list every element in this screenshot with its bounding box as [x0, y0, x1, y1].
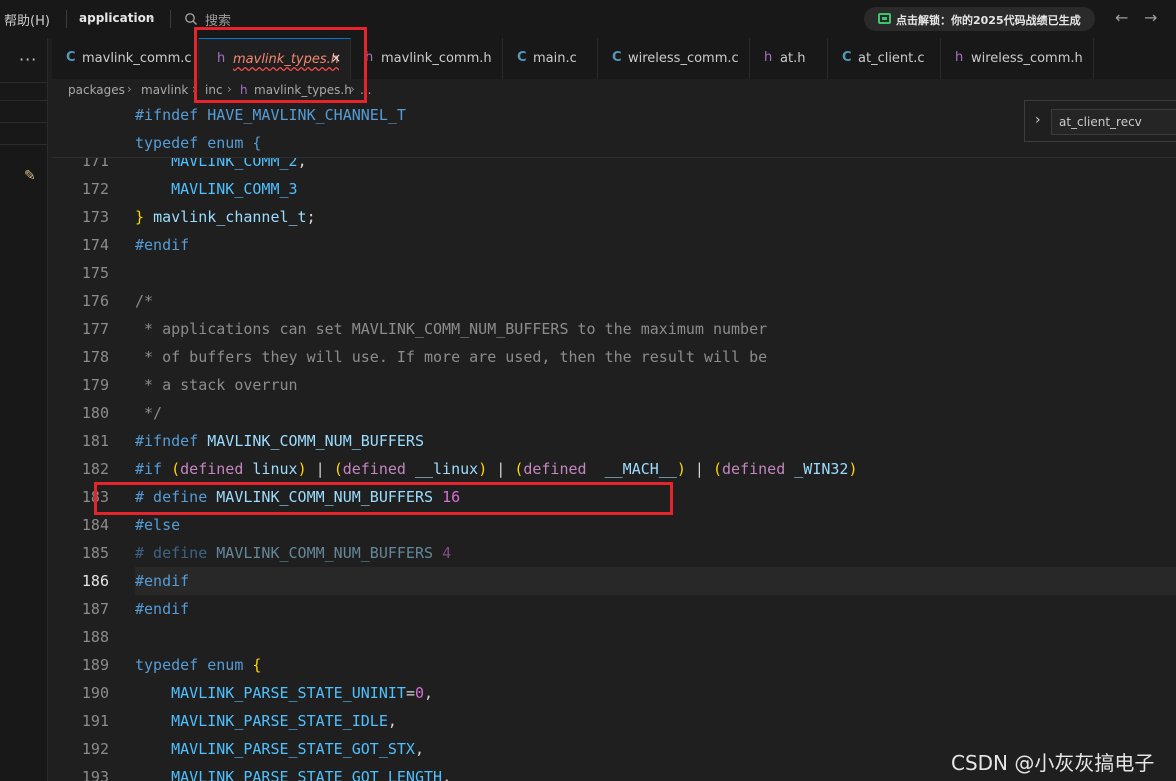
chevron-down-icon[interactable]: ⌄ [147, 10, 156, 23]
chevron-right-icon: › [1077, 10, 1082, 24]
tab-label: at.h [780, 51, 806, 66]
code-line: } mavlink_channel_t; [135, 208, 316, 226]
current-line-highlight [135, 567, 1176, 595]
tab-wireless-comm-c[interactable]: C wireless_comm.c [598, 38, 750, 79]
breadcrumb-item[interactable]: packages [68, 83, 125, 97]
code-line: * of buffers they will use. If more are … [135, 348, 768, 366]
code-line-current: #endif [135, 572, 190, 590]
c-file-icon: C [612, 50, 622, 65]
header-file-icon: h [955, 50, 964, 65]
arrow-right-icon[interactable]: → [1144, 8, 1157, 27]
line-number: 173 [81, 208, 109, 226]
line-number: 180 [81, 404, 109, 422]
header-file-icon: h [764, 50, 773, 65]
code-line: MAVLINK_COMM_3 [171, 180, 298, 198]
code-line: * applications can set MAVLINK_COMM_NUM_… [135, 320, 768, 338]
line-number: 182 [81, 460, 109, 478]
chevron-right-icon: › [127, 82, 132, 96]
line-number: 187 [81, 600, 109, 618]
tab-label: at_client.c [858, 51, 925, 66]
tab-label: mavlink_comm.h [381, 51, 492, 66]
tab-label: wireless_comm.c [628, 51, 739, 66]
line-number: 176 [81, 292, 109, 310]
sticky-line: #ifndef HAVE_MAVLINK_CHANNEL_T [135, 106, 406, 124]
search-icon[interactable] [184, 12, 198, 26]
watermark: CSDN @小灰灰搞电子 [951, 751, 1155, 775]
code-line: /* [135, 292, 154, 310]
line-number: 175 [81, 264, 109, 282]
annotation-box-define [94, 482, 673, 515]
code-line: */ [135, 404, 163, 422]
sticky-scroll-header[interactable]: #ifndef HAVE_MAVLINK_CHANNEL_T typedef e… [52, 103, 1176, 158]
title-bar: 帮助(H) application ⌄ 搜索 点击解锁：你的2025代码战绩已生… [0, 0, 1176, 38]
line-number-current: 186 [81, 572, 109, 590]
code-line: * a stack overrun [135, 376, 298, 394]
divider [66, 10, 67, 28]
line-number: 177 [81, 320, 109, 338]
code-line: # define MAVLINK_COMM_NUM_BUFFERS 4 [135, 544, 452, 562]
tab-mavlink-comm-c[interactable]: C mavlink_comm.c [52, 38, 199, 79]
annotation-box-tab [194, 27, 367, 103]
code-line: typedef enum { [135, 656, 262, 674]
workspace-name[interactable]: application [79, 11, 154, 25]
unlock-banner-button[interactable]: 点击解锁：你的2025代码战绩已生成 › [864, 7, 1095, 31]
line-number: 181 [81, 432, 109, 450]
divider [170, 10, 171, 28]
code-line: #else [135, 516, 181, 534]
more-actions-icon[interactable]: ··· [19, 50, 37, 69]
line-number: 185 [81, 544, 109, 562]
unlock-icon [878, 13, 891, 24]
wrench-icon[interactable]: ✎ [24, 168, 36, 184]
line-number: 190 [81, 684, 109, 702]
tab-label: wireless_comm.h [971, 51, 1083, 66]
code-line: MAVLINK_PARSE_STATE_IDLE, [171, 712, 397, 730]
c-file-icon: C [66, 50, 76, 65]
divider [0, 144, 48, 145]
code-line: MAVLINK_PARSE_STATE_UNINIT=0, [171, 684, 434, 702]
outline-label: at_client_recv [1059, 115, 1142, 129]
unlock-banner-text: 点击解锁：你的2025代码战绩已生成 [896, 14, 1081, 27]
divider [0, 100, 48, 101]
chevron-right-icon[interactable]: › [1035, 112, 1041, 128]
code-line: #endif [135, 236, 190, 254]
line-number: 178 [81, 348, 109, 366]
tab-mavlink-comm-h[interactable]: h mavlink_comm.h [351, 38, 503, 79]
code-line: #endif [135, 600, 190, 618]
code-line: #if (defined linux) | (defined __linux) … [135, 460, 858, 478]
divider [0, 122, 48, 123]
breadcrumb-item[interactable]: mavlink [141, 83, 188, 97]
line-number: 179 [81, 376, 109, 394]
tab-main-c[interactable]: C main.c [503, 38, 598, 79]
tab-label: mavlink_comm.c [82, 51, 192, 66]
tab-at-client-c[interactable]: C at_client.c [828, 38, 941, 79]
divider [0, 82, 48, 83]
tab-wireless-comm-h[interactable]: h wireless_comm.h [941, 38, 1094, 79]
menu-help[interactable]: 帮助(H) [4, 10, 50, 29]
c-file-icon: C [517, 50, 527, 65]
side-panel: ··· ✎ [0, 38, 48, 781]
code-editor[interactable]: 171 172 173 174 175 176 177 178 179 180 … [52, 103, 1176, 781]
line-number: 184 [81, 516, 109, 534]
line-number: 192 [81, 740, 109, 758]
code-line: MAVLINK_PARSE_STATE_GOT_STX, [171, 740, 424, 758]
tab-label: main.c [533, 51, 577, 66]
line-number: 189 [81, 656, 109, 674]
arrow-left-icon[interactable]: ← [1115, 8, 1128, 27]
c-file-icon: C [842, 50, 852, 65]
code-line: MAVLINK_PARSE_STATE_GOT_LENGTH, [171, 768, 452, 781]
line-number: 188 [81, 628, 109, 646]
outline-widget[interactable]: › at_client_recv [1024, 100, 1176, 142]
sticky-line: typedef enum { [135, 134, 262, 152]
line-number: 193 [81, 768, 109, 781]
line-number: 191 [81, 712, 109, 730]
tab-at-h[interactable]: h at.h [750, 38, 828, 79]
line-number: 172 [81, 180, 109, 198]
code-line: #ifndef MAVLINK_COMM_NUM_BUFFERS [135, 432, 424, 450]
line-number: 174 [81, 236, 109, 254]
outline-input[interactable]: at_client_recv [1051, 109, 1176, 135]
